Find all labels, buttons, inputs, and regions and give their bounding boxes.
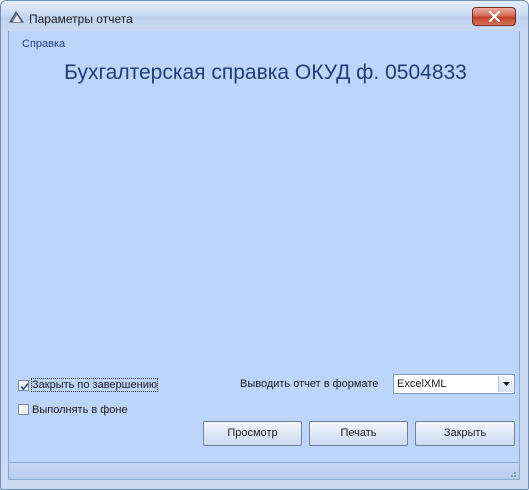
report-parameters-window: Параметры отчета Справка Бухгалтерская с… — [0, 0, 529, 490]
client-area — [8, 31, 520, 462]
report-icon — [9, 10, 24, 24]
dropdown-button[interactable] — [498, 376, 513, 392]
help-link[interactable]: Справка — [22, 38, 65, 50]
window-title: Параметры отчета — [29, 12, 133, 26]
chevron-down-icon — [503, 382, 510, 386]
preview-button[interactable]: Просмотр — [203, 421, 302, 446]
output-format-label: Выводить отчет в формате — [240, 378, 379, 390]
run-in-background-checkbox[interactable] — [18, 404, 29, 415]
output-format-select[interactable]: ExcelXML — [393, 374, 515, 394]
close-icon — [488, 11, 501, 22]
title-bar[interactable]: Параметры отчета — [1, 1, 528, 31]
print-button[interactable]: Печать — [309, 421, 408, 446]
window-close-button[interactable] — [472, 7, 516, 26]
run-in-background-label[interactable]: Выполнять в фоне — [32, 404, 128, 416]
close-on-finish-checkbox[interactable] — [18, 380, 29, 391]
close-on-finish-label[interactable]: Закрыть по завершению — [30, 378, 159, 392]
checkmark-icon — [20, 382, 29, 391]
resize-grip-icon[interactable] — [507, 468, 517, 478]
output-format-value: ExcelXML — [397, 378, 447, 390]
report-title: Бухгалтерская справка ОКУД ф. 0504833 — [64, 61, 467, 84]
close-button[interactable]: Закрыть — [415, 421, 515, 446]
status-bar — [8, 462, 520, 480]
